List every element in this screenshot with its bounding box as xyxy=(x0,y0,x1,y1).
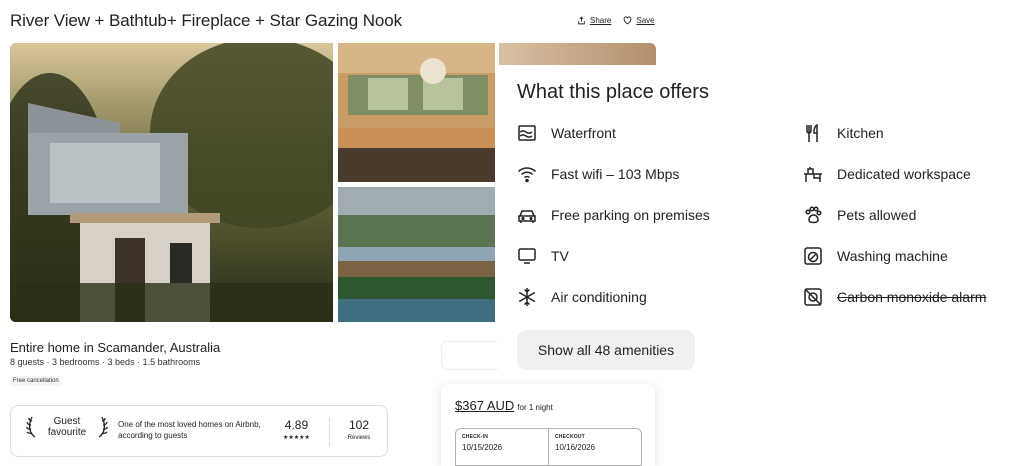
guest-favourite-card[interactable]: Guest favourite One of the most loved ho… xyxy=(10,405,388,457)
river-illustration xyxy=(338,187,495,322)
share-label: Share xyxy=(590,16,612,25)
amenity-workspace: Dedicated workspace xyxy=(803,164,971,184)
checkout-value: 10/16/2026 xyxy=(555,443,596,452)
guest-favourite-label: Guest favourite xyxy=(41,416,93,438)
reviews-count: 102 xyxy=(348,418,370,432)
amenity-label: Washing machine xyxy=(837,248,948,264)
waterfront-icon xyxy=(518,125,536,141)
photo-river-view[interactable] xyxy=(338,187,495,322)
laurel-left-icon xyxy=(25,416,36,438)
guest-favourite-description: One of the most loved homes on Airbnb, a… xyxy=(118,420,261,440)
amenity-air-conditioning: Air conditioning xyxy=(517,287,647,307)
amenity-pets: Pets allowed xyxy=(803,205,916,225)
laurel-right-icon xyxy=(98,416,109,438)
photo-kitchen[interactable] xyxy=(338,43,495,182)
car-icon xyxy=(518,210,536,223)
share-button[interactable]: Share xyxy=(577,16,611,25)
show-all-amenities-button[interactable]: Show all 48 amenities xyxy=(517,330,695,370)
snowflake-icon xyxy=(518,288,536,306)
amenity-label: Waterfront xyxy=(551,125,616,141)
amenity-waterfront: Waterfront xyxy=(517,123,616,143)
share-icon xyxy=(578,16,585,25)
booking-card-fragment xyxy=(441,341,498,370)
guest-favourite-badge: Guest favourite xyxy=(25,415,109,439)
cabin-illustration xyxy=(10,43,333,322)
date-picker[interactable]: CHECK-IN 10/15/2026 CHECKOUT 10/16/2026 xyxy=(455,428,642,466)
price-line: $367 AUD for 1 night xyxy=(455,398,553,413)
booking-card: $367 AUD for 1 night CHECK-IN 10/15/2026… xyxy=(441,384,655,466)
price-amount[interactable]: $367 AUD xyxy=(455,398,514,413)
checkin-label: CHECK-IN xyxy=(462,434,489,440)
save-label: Save xyxy=(636,16,655,25)
utensils-icon xyxy=(806,123,818,142)
amenity-co-alarm-unavailable: Carbon monoxide alarm xyxy=(803,287,986,307)
reviews-block[interactable]: 102 Reviews xyxy=(339,418,379,441)
listing-subtitle: Entire home in Scamander, Australia xyxy=(10,340,221,355)
paw-icon xyxy=(805,206,822,224)
amenity-label: Air conditioning xyxy=(551,289,647,305)
amenity-label: Carbon monoxide alarm xyxy=(837,289,987,305)
checkout-label: CHECKOUT xyxy=(555,434,585,440)
listing-actions: Share Save xyxy=(577,16,655,25)
amenity-wifi: Fast wifi – 103 Mbps xyxy=(517,164,679,184)
washing-machine-icon xyxy=(804,247,822,265)
amenity-label: TV xyxy=(551,248,569,264)
co-alarm-icon xyxy=(804,288,822,306)
heart-icon xyxy=(624,16,632,25)
amenity-parking: Free parking on premises xyxy=(517,205,710,225)
checkout-field[interactable]: CHECKOUT 10/16/2026 xyxy=(548,429,641,465)
desk-icon xyxy=(804,167,822,182)
cancellation-tag: Free cancellation xyxy=(10,376,62,386)
rating-stars: ★★★★★ xyxy=(283,435,310,441)
divider xyxy=(329,418,330,446)
listing-title: River View + Bathtub+ Fireplace + Star G… xyxy=(10,11,403,30)
amenity-washing-machine: Washing machine xyxy=(803,246,948,266)
guest-favourite-line1: Guest xyxy=(53,416,81,427)
guest-favourite-line2: favourite xyxy=(47,427,87,438)
amenities-heading: What this place offers xyxy=(517,81,709,103)
photo-top-right[interactable] xyxy=(499,43,656,65)
amenity-label: Fast wifi – 103 Mbps xyxy=(551,166,680,182)
listing-meta: 8 guests · 3 bedrooms · 3 beds · 1.5 bat… xyxy=(10,357,201,367)
rating-block: 4.89 ★★★★★ xyxy=(283,418,310,441)
amenity-label: Pets allowed xyxy=(837,207,917,223)
wifi-icon xyxy=(517,167,537,183)
checkin-field[interactable]: CHECK-IN 10/15/2026 xyxy=(456,429,548,465)
reviews-label: Reviews xyxy=(347,435,371,441)
amenity-label: Dedicated workspace xyxy=(837,166,971,182)
amenity-kitchen: Kitchen xyxy=(803,123,884,143)
amenity-tv: TV xyxy=(517,246,569,266)
kitchen-illustration xyxy=(338,43,495,182)
save-button[interactable]: Save xyxy=(623,16,655,25)
price-period: for 1 night xyxy=(517,403,553,412)
tv-icon xyxy=(518,248,536,264)
rating-value: 4.89 xyxy=(284,418,309,432)
checkin-value: 10/15/2026 xyxy=(462,443,503,452)
amenity-label: Kitchen xyxy=(837,125,884,141)
amenity-label: Free parking on premises xyxy=(551,207,710,223)
photo-main-cabin[interactable] xyxy=(10,43,333,322)
